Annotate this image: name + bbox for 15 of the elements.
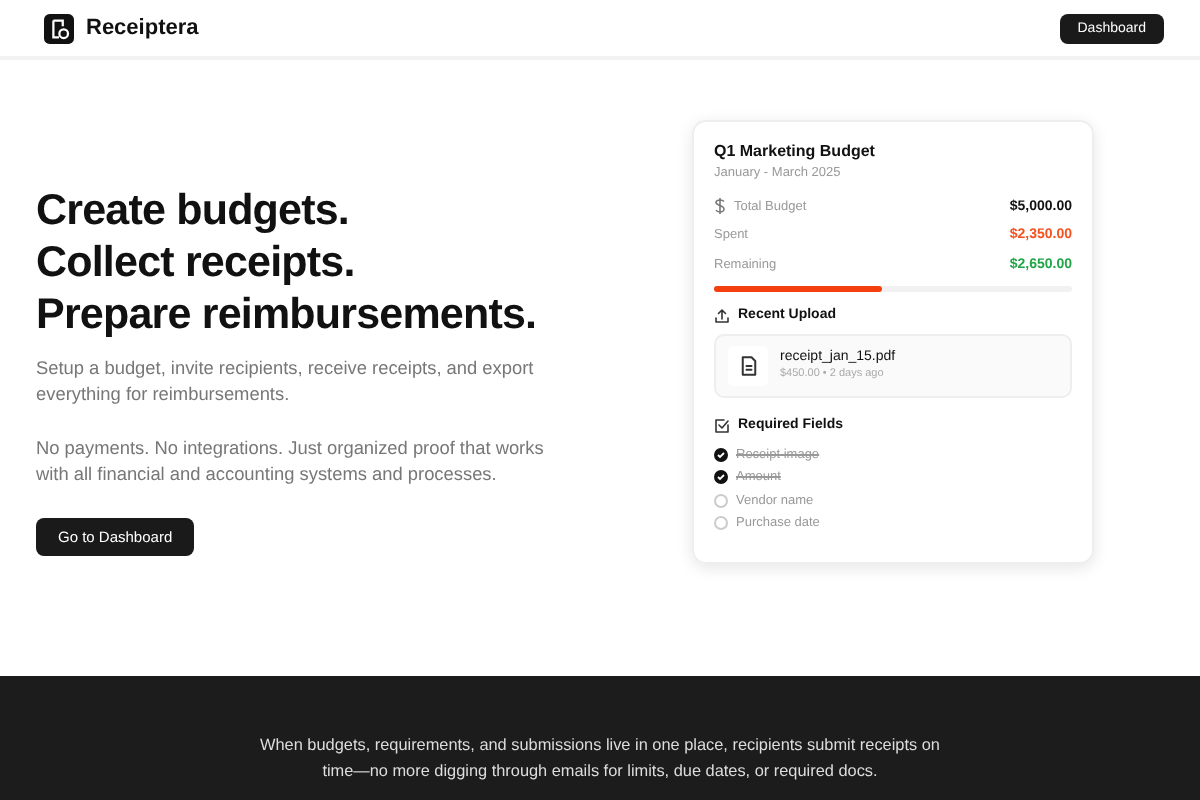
hero-paragraph: Setup a budget, invite recipients, receive receipts, and export everything for reimbursements. [36, 356, 536, 408]
file-icon [739, 355, 757, 375]
headline: Create budgets. [36, 184, 351, 236]
headline: Prepare reimbursements. [36, 288, 539, 340]
brand-name: Receiptera [86, 16, 199, 40]
dollar-icon [714, 198, 726, 215]
checkbox-icon [714, 417, 730, 433]
logo-icon [44, 13, 74, 43]
headline: Collect receipts. [36, 236, 357, 288]
hero-paragraph: No payments. No integrations. Just organized proof that works with all financial and accounting systems and processes. [36, 436, 546, 488]
upload-icon [714, 307, 730, 323]
card-title: Q1 Marketing Budget [714, 142, 877, 160]
footer-text: When budgets, requirements, and submissions live in one place, recipients submit receipts on time—no more digging through emails for limits, due dates, or required docs. [258, 734, 942, 784]
checkbox[interactable] [714, 470, 728, 485]
checkbox[interactable] [714, 447, 728, 462]
